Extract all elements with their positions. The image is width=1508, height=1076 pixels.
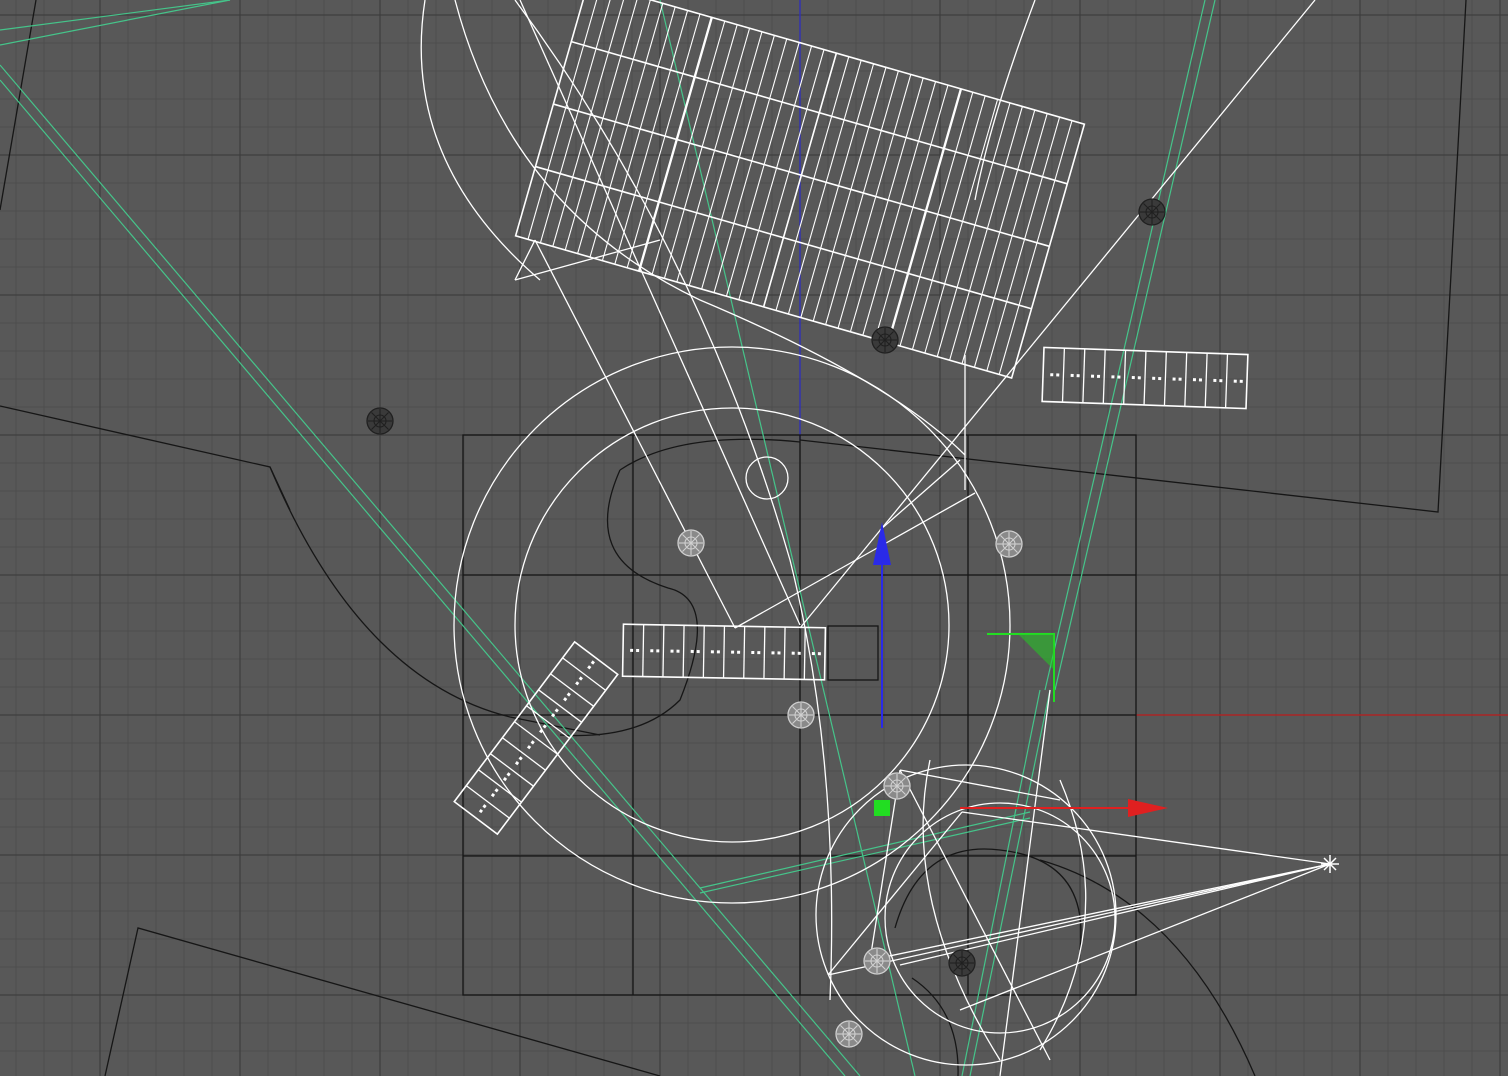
scene-lights xyxy=(366,198,1166,1048)
outline-box-small xyxy=(827,625,879,681)
panel-strip-right[interactable] xyxy=(1041,346,1249,410)
3d-viewport-top[interactable] xyxy=(0,0,1508,1076)
light-icon[interactable] xyxy=(863,947,891,975)
light-icon[interactable] xyxy=(995,530,1023,558)
ring-outer xyxy=(453,346,1011,904)
light-icon[interactable] xyxy=(677,529,705,557)
outline-bottom-panel xyxy=(104,927,661,1076)
light-icon[interactable] xyxy=(366,407,394,435)
scene-outlines xyxy=(0,0,1467,1076)
gizmo-center-handle[interactable] xyxy=(874,800,890,816)
light-guides xyxy=(0,0,1216,1076)
viewport-canvas[interactable] xyxy=(0,0,1508,1076)
gizmo-arrow-y[interactable] xyxy=(873,522,891,565)
light-icon[interactable] xyxy=(1138,198,1166,226)
outline-corner-left xyxy=(0,0,37,211)
camera-icon[interactable] xyxy=(1321,855,1339,873)
light-icon[interactable] xyxy=(948,949,976,977)
gizmo-arrow-x[interactable] xyxy=(1128,799,1168,817)
light-icon[interactable] xyxy=(835,1020,863,1048)
light-icon[interactable] xyxy=(871,326,899,354)
panel-strip-diagonal[interactable] xyxy=(453,640,619,836)
light-icon[interactable] xyxy=(883,772,911,800)
wireframe-rays xyxy=(514,0,1331,1076)
light-icon[interactable] xyxy=(787,701,815,729)
panel-strip-center[interactable] xyxy=(621,623,827,681)
outline-kidney-top xyxy=(619,438,801,471)
